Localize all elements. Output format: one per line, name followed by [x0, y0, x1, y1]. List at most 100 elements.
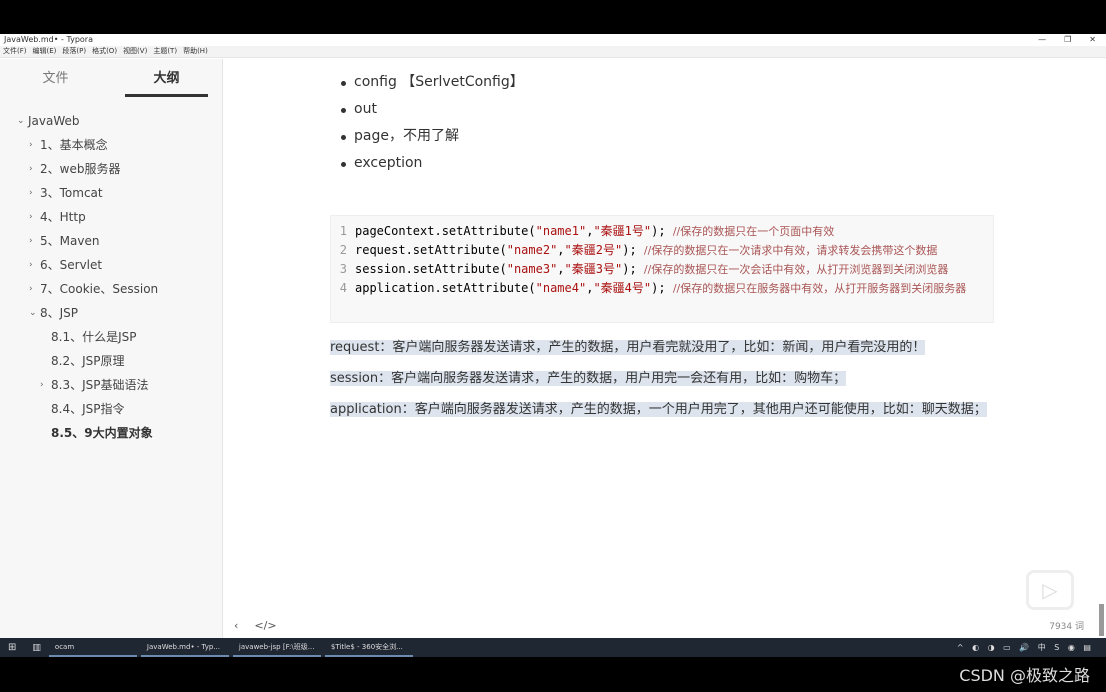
code-string: "name3" — [506, 262, 558, 276]
outline-label: 6、Servlet — [40, 258, 103, 272]
code-punct: ); — [651, 224, 673, 238]
close-button[interactable]: ✕ — [1089, 34, 1096, 46]
paragraph-request: request：客户端向服务器发送请求，产生的数据，用户看完就没用了，比如：新闻… — [330, 337, 990, 358]
outline-item[interactable]: › 6、Servlet — [0, 253, 222, 277]
taskbar-item[interactable]: JavaWeb.md• - Typ... — [140, 638, 229, 657]
code-line: 3 session.setAttribute("name3","秦疆3号"); /… — [331, 260, 993, 279]
code-text: session.setAttribute("name3","秦疆3号"); //… — [355, 262, 949, 276]
chevron-right-icon[interactable]: › — [29, 277, 33, 301]
code-call: application.setAttribute( — [355, 281, 536, 295]
line-number: 3 — [339, 262, 347, 276]
chevron-right-icon[interactable]: › — [29, 181, 33, 205]
outline-tree: ⌄ JavaWeb › 1、基本概念 › 2、web服务器 › 3、Tomcat › 4、Http… — [0, 109, 222, 445]
source-code-icon[interactable]: </> — [254, 619, 276, 632]
taskbar-item[interactable]: $Title$ - 360安全浏... — [324, 638, 413, 657]
outline-label: JavaWeb — [28, 114, 80, 128]
window-title: JavaWeb.md• - Typora — [4, 35, 93, 44]
code-comment: //保存的数据只在一次请求中有效，请求转发会携带这个数据 — [643, 244, 938, 257]
outline-item[interactable]: ⌄ 8、JSP — [0, 301, 222, 325]
title-bar: JavaWeb.md• - Typora — ❐ ✕ — [0, 34, 1106, 46]
minimize-button[interactable]: — — [1038, 34, 1046, 46]
outline-item[interactable]: 8.4、JSP指令 — [0, 397, 222, 421]
code-comment: //保存的数据只在一个页面中有效 — [672, 225, 835, 238]
paragraph-text: request：客户端向服务器发送请求，产生的数据，用户看完就没用了，比如：新闻… — [330, 340, 926, 355]
menu-item[interactable]: 视图(V) — [123, 46, 147, 57]
taskbar-item[interactable]: ocam — [48, 638, 137, 657]
code-string: "秦疆1号" — [593, 224, 652, 238]
menu-item[interactable]: 帮助(H) — [183, 46, 208, 57]
list-item: out — [341, 96, 524, 123]
word-count[interactable]: 7934 词 — [1049, 619, 1084, 632]
outline-label: 8.3、JSP基础语法 — [51, 378, 149, 392]
outline-label: 8.1、什么是JSP — [51, 330, 137, 344]
menu-item[interactable]: 编辑(E) — [33, 46, 57, 57]
chevron-right-icon[interactable]: › — [29, 133, 33, 157]
outline-item[interactable]: ⌄ JavaWeb — [0, 109, 222, 133]
chevron-down-icon[interactable]: ⌄ — [17, 109, 25, 133]
start-icon[interactable]: ⊞ — [0, 642, 24, 653]
code-line: 1 pageContext.setAttribute("name1","秦疆1号"… — [331, 222, 993, 241]
system-tray[interactable]: ^ ◐ ◑ ▭ 🔊 中 S ◉ ▤ — [957, 642, 1106, 653]
outline-label: 8.5、9大内置对象 — [51, 426, 153, 440]
menu-item[interactable]: 文件(F) — [3, 46, 27, 57]
menu-item[interactable]: 主题(T) — [153, 46, 177, 57]
code-call: session.setAttribute( — [355, 262, 507, 276]
outline-label: 1、基本概念 — [40, 138, 108, 152]
outline-item[interactable]: › 4、Http — [0, 205, 222, 229]
task-view-icon[interactable]: ▥ — [24, 643, 49, 653]
line-number: 4 — [339, 281, 347, 295]
chevron-right-icon[interactable]: › — [29, 229, 33, 253]
sidebar: 文件 大纲 ⌄ JavaWeb › 1、基本概念 › 2、web服务器 › 3、Tomcat ›… — [0, 59, 223, 638]
toggle-sidebar-icon[interactable]: ‹ — [234, 619, 238, 632]
outline-label: 3、Tomcat — [40, 186, 103, 200]
outline-label: 8、JSP — [40, 306, 79, 320]
outline-item[interactable]: 8.5、9大内置对象 — [0, 421, 222, 445]
outline-item[interactable]: › 8.3、JSP基础语法 — [0, 373, 222, 397]
list-item: exception — [341, 150, 524, 177]
outline-label: 8.4、JSP指令 — [51, 402, 125, 416]
chevron-right-icon[interactable]: › — [29, 157, 33, 181]
chevron-right-icon[interactable]: › — [29, 253, 33, 277]
code-text: request.setAttribute("name2","秦疆2号"); //… — [355, 243, 938, 257]
chevron-down-icon[interactable]: ⌄ — [29, 301, 37, 325]
outline-label: 4、Http — [40, 210, 86, 224]
outline-label: 8.2、JSP原理 — [51, 354, 125, 368]
code-string: "秦疆3号" — [564, 262, 623, 276]
tab-outline[interactable]: 大纲 — [111, 59, 222, 99]
bullet-list: config 【SerlvetConfig】 out page，不用了解 except… — [341, 69, 524, 177]
list-item: page，不用了解 — [341, 123, 524, 150]
menu-item[interactable]: 段落(P) — [62, 46, 86, 57]
code-punct: ); — [622, 243, 644, 257]
tab-files[interactable]: 文件 — [0, 59, 111, 99]
chevron-right-icon[interactable]: › — [40, 373, 44, 397]
editor[interactable]: config 【SerlvetConfig】 out page，不用了解 except… — [224, 59, 1106, 638]
outline-item[interactable]: › 1、基本概念 — [0, 133, 222, 157]
outline-label: 2、web服务器 — [40, 162, 121, 176]
taskbar-item[interactable]: javaweb-jsp [F:\班级... — [232, 638, 321, 657]
outline-item[interactable]: › 7、Cookie、Session — [0, 277, 222, 301]
code-string: "name4" — [535, 281, 587, 295]
code-punct: ); — [622, 262, 644, 276]
code-string: "秦疆4号" — [593, 281, 652, 295]
paragraph-text: session：客户端向服务器发送请求，产生的数据，用户用完一会还有用，比如：购… — [330, 371, 847, 386]
bilibili-logo: ▷ — [1026, 570, 1074, 610]
code-text: application.setAttribute("name4","秦疆4号")… — [355, 281, 967, 295]
outline-item[interactable]: › 2、web服务器 — [0, 157, 222, 181]
line-number: 1 — [339, 224, 347, 238]
outline-item[interactable]: › 5、Maven — [0, 229, 222, 253]
outline-item[interactable]: › 3、Tomcat — [0, 181, 222, 205]
scrollbar[interactable] — [1099, 604, 1104, 636]
outline-item[interactable]: 8.2、JSP原理 — [0, 349, 222, 373]
menu-bar: 文件(F) 编辑(E) 段落(P) 格式(O) 视图(V) 主题(T) 帮助(H) — [0, 46, 1106, 58]
code-string: "秦疆2号" — [564, 243, 623, 257]
paragraph-application: application：客户端向服务器发送请求，产生的数据，一个用户用完了，其他… — [330, 399, 990, 420]
code-string: "name2" — [506, 243, 558, 257]
chevron-right-icon[interactable]: › — [29, 205, 33, 229]
menu-item[interactable]: 格式(O) — [92, 46, 117, 57]
outline-item[interactable]: 8.1、什么是JSP — [0, 325, 222, 349]
code-call: request.setAttribute( — [355, 243, 507, 257]
maximize-button[interactable]: ❐ — [1064, 34, 1071, 46]
list-item: config 【SerlvetConfig】 — [341, 69, 524, 96]
code-comment: //保存的数据只在一次会话中有效，从打开浏览器到关闭浏览器 — [643, 263, 949, 276]
code-block[interactable]: 1 pageContext.setAttribute("name1","秦疆1号"… — [330, 215, 994, 323]
